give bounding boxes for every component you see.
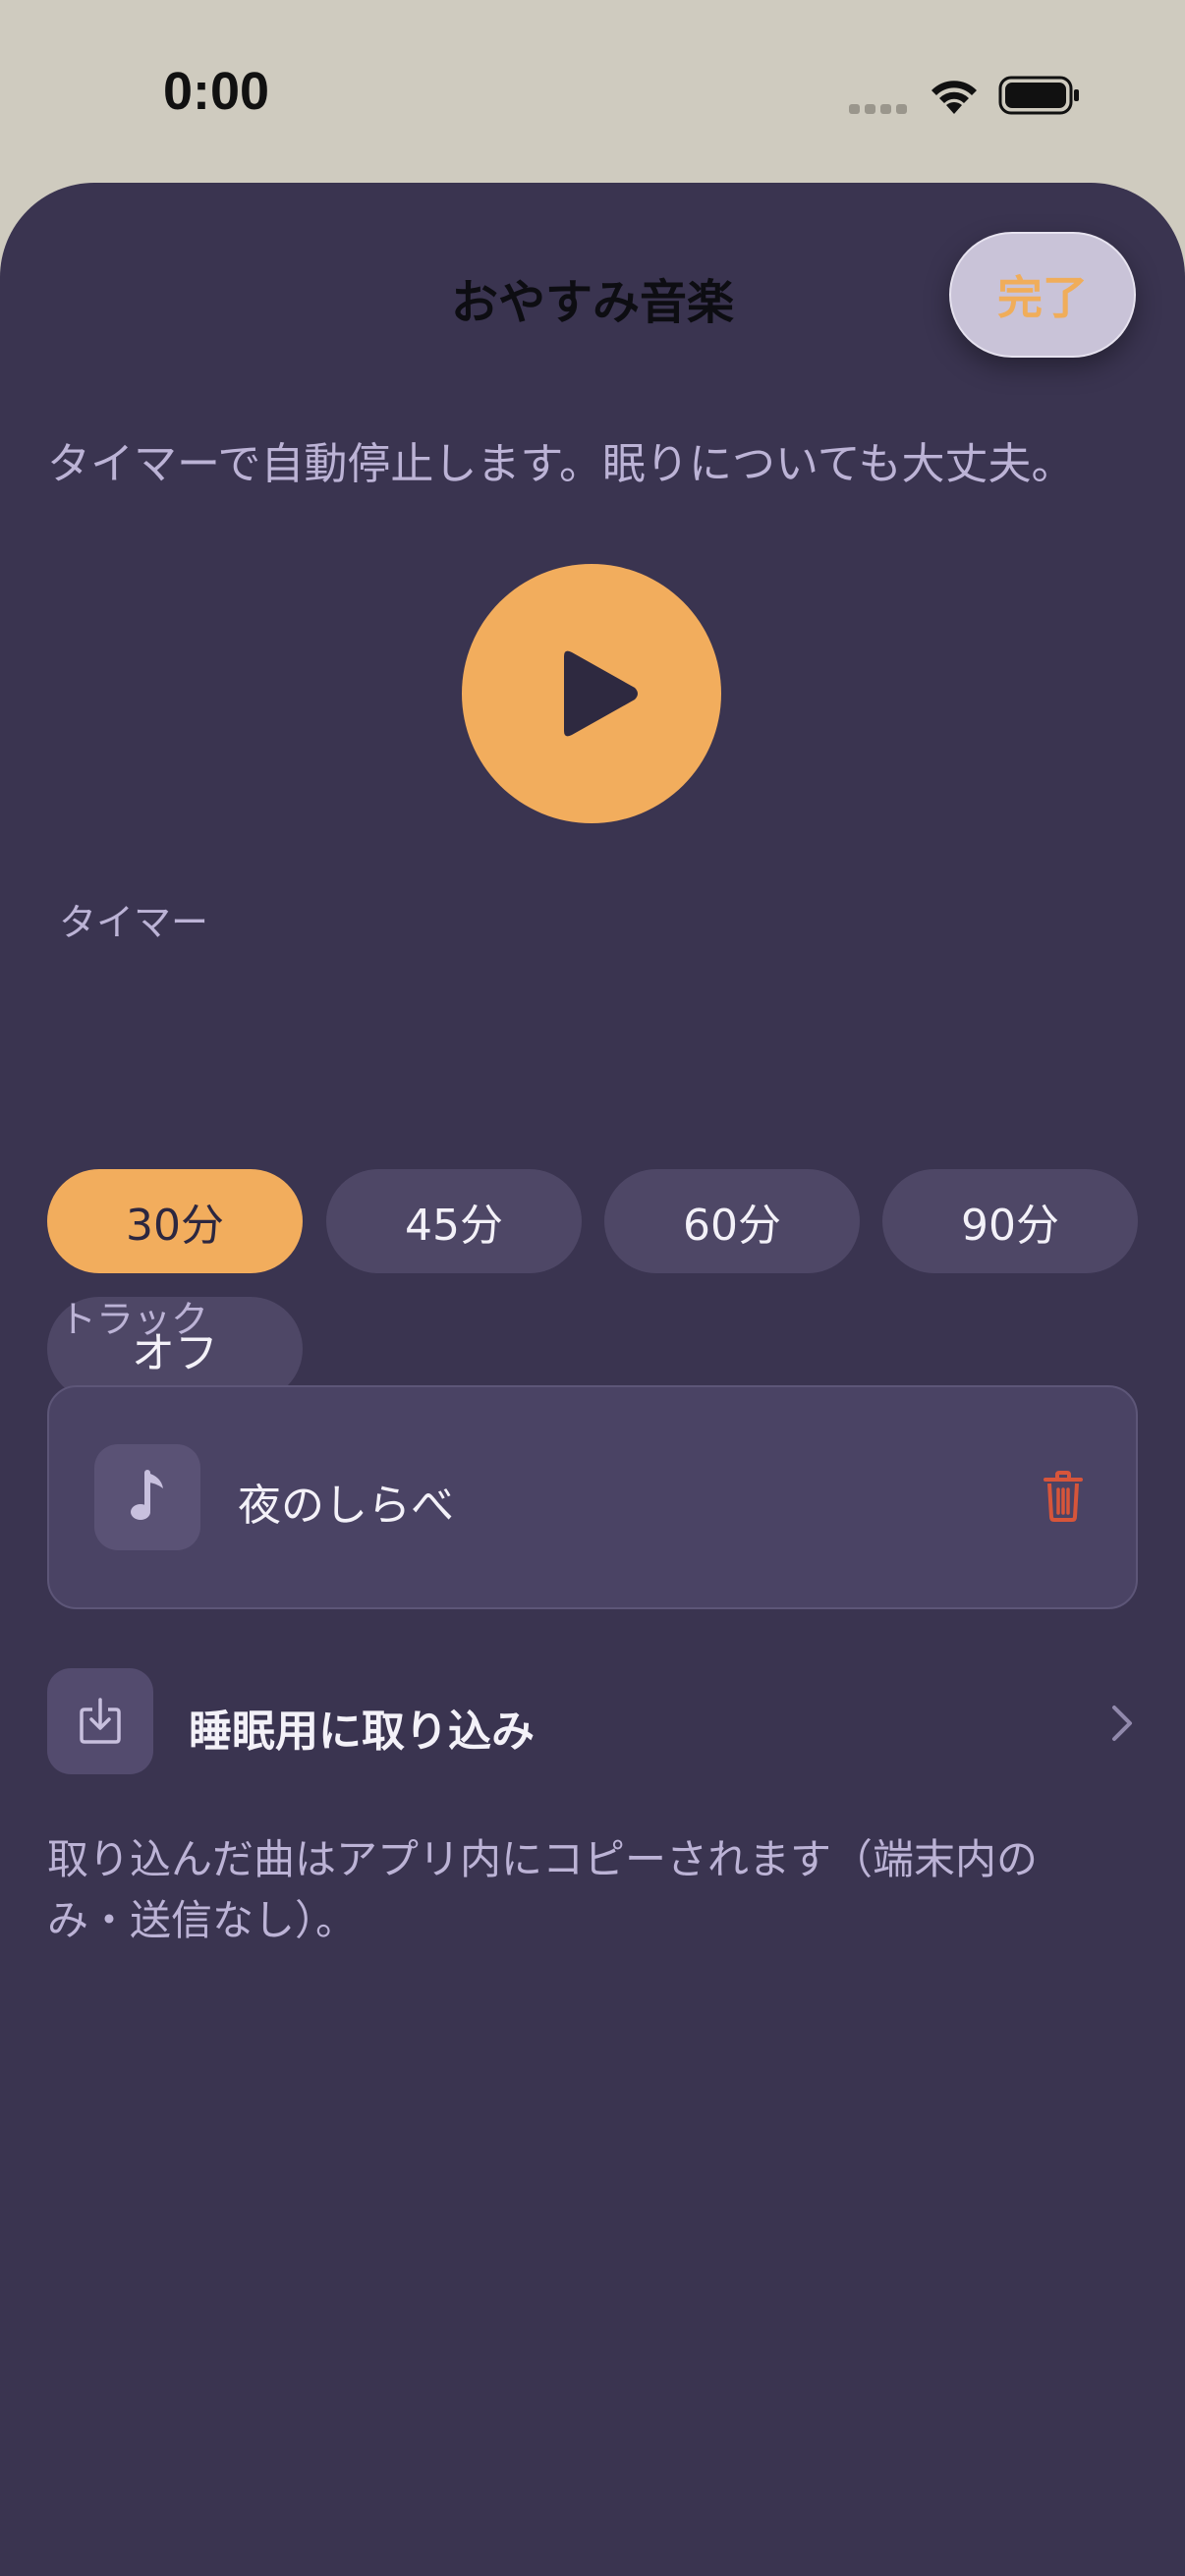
status-time: 0:00	[163, 62, 270, 121]
import-label: 睡眠用に取り込み	[189, 1707, 535, 1757]
trash-icon[interactable]	[1042, 1470, 1085, 1523]
chevron-right-icon	[1112, 1706, 1132, 1741]
wifi-icon	[931, 81, 977, 114]
import-icon-container	[47, 1668, 153, 1774]
timer-section-label: タイマー	[59, 901, 209, 944]
music-note-icon	[131, 1470, 163, 1520]
play-icon	[564, 650, 638, 737]
cellular-signal-icon	[849, 104, 907, 114]
track-name: 夜のしらべ	[238, 1481, 454, 1531]
done-button[interactable]: 完了	[949, 232, 1136, 358]
sleep-music-sheet: おやすみ音楽 完了 タイマーで自動停止します。眠りについても大丈夫。 タイマー …	[0, 183, 1185, 2576]
timer-option-90[interactable]: 90分	[882, 1169, 1138, 1273]
status-bar: 0:00	[0, 0, 1185, 183]
track-icon-container	[94, 1444, 200, 1550]
track-section-label: トラック	[59, 1298, 209, 1341]
description-text: タイマーで自動停止します。眠りについても大丈夫。	[47, 439, 1075, 489]
play-button[interactable]	[462, 564, 721, 823]
timer-option-45[interactable]: 45分	[326, 1169, 582, 1273]
download-icon	[80, 1698, 121, 1744]
track-item[interactable]: 夜のしらべ	[47, 1385, 1138, 1609]
timer-option-30[interactable]: 30分	[47, 1169, 303, 1273]
battery-icon	[998, 76, 1079, 115]
timer-option-60[interactable]: 60分	[604, 1169, 860, 1273]
import-for-sleep-row[interactable]: 睡眠用に取り込み	[47, 1668, 1138, 1776]
import-footnote: 取り込んだ曲はアプリ内にコピーされます（端末内のみ・送信なし）。	[47, 1835, 1039, 1944]
